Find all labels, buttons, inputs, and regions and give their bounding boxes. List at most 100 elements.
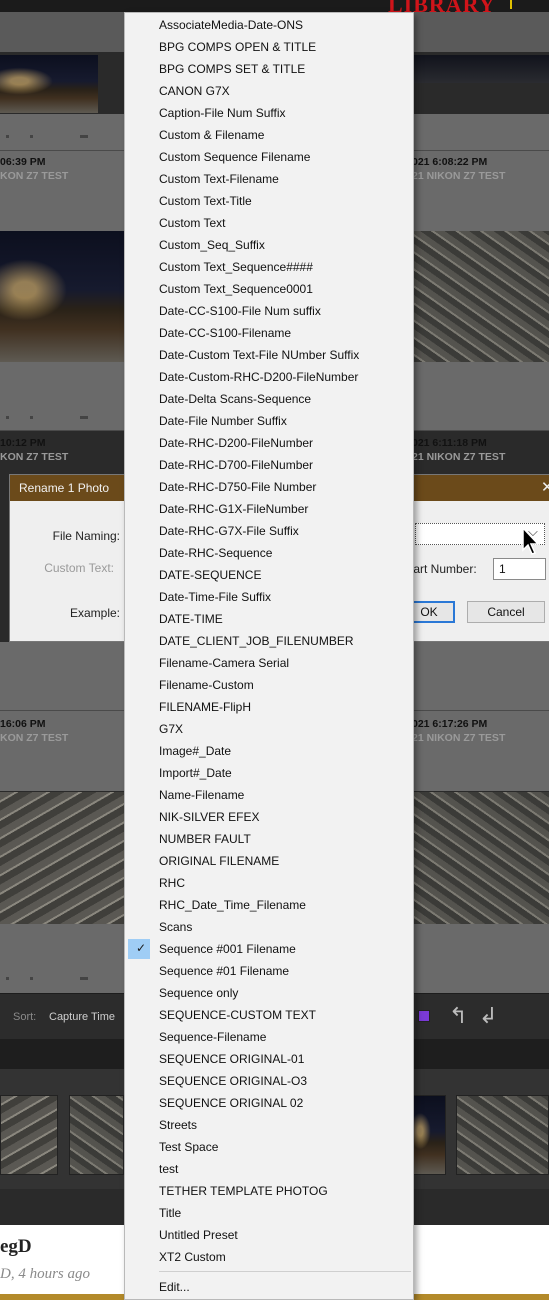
menu-item-label: Sequence #01 Filename <box>159 964 290 978</box>
menu-item[interactable]: BPG COMPS SET & TITLE <box>125 58 413 80</box>
menu-item[interactable]: Date-RHC-D200-FileNumber <box>125 432 413 454</box>
grid-photo[interactable] <box>0 231 124 362</box>
filmstrip-thumb[interactable] <box>456 1095 549 1175</box>
menu-item[interactable]: Custom Text_Sequence#### <box>125 256 413 278</box>
filmstrip-thumb[interactable] <box>0 1095 58 1175</box>
menu-item[interactable]: Import#_Date <box>125 762 413 784</box>
menu-item[interactable]: Name-Filename <box>125 784 413 806</box>
menu-item[interactable]: Sequence-Filename <box>125 1026 413 1048</box>
rotate-left-icon[interactable]: ↰ <box>449 1004 467 1029</box>
mouse-cursor-icon <box>522 527 540 555</box>
capture-time: 06:39 PM <box>0 156 46 168</box>
menu-item[interactable]: Date-RHC-D700-FileNumber <box>125 454 413 476</box>
grid-photo[interactable] <box>0 792 124 924</box>
menu-item[interactable]: Sequence #01 Filename <box>125 960 413 982</box>
menu-item[interactable]: SEQUENCE ORIGINAL 02 <box>125 1092 413 1114</box>
grid-cell-rating[interactable] <box>0 416 130 422</box>
menu-item[interactable]: Date-CC-S100-Filename <box>125 322 413 344</box>
menu-item[interactable]: XT2 Custom <box>125 1246 413 1268</box>
menu-item[interactable]: Date-Time-File Suffix <box>125 586 413 608</box>
file-naming-label: File Naming: <box>52 529 120 543</box>
menu-item-edit[interactable]: Edit... <box>125 1276 413 1298</box>
menu-item[interactable]: Caption-File Num Suffix <box>125 102 413 124</box>
menu-item[interactable]: ✓ Sequence #001 Filename <box>125 938 413 960</box>
menu-item[interactable]: SEQUENCE ORIGINAL-01 <box>125 1048 413 1070</box>
grid-photo[interactable] <box>412 231 549 362</box>
menu-item[interactable]: Date-CC-S100-File Num suffix <box>125 300 413 322</box>
menu-item[interactable]: Untitled Preset <box>125 1224 413 1246</box>
menu-item[interactable]: Custom Text <box>125 212 413 234</box>
menu-item[interactable]: NUMBER FAULT <box>125 828 413 850</box>
menu-item[interactable]: DATE_CLIENT_JOB_FILENUMBER <box>125 630 413 652</box>
menu-item-label: DATE_CLIENT_JOB_FILENUMBER <box>159 634 354 648</box>
menu-item[interactable]: Title <box>125 1202 413 1224</box>
filmstrip-thumb[interactable] <box>413 1095 446 1175</box>
menu-item[interactable]: Custom Text_Sequence0001 <box>125 278 413 300</box>
menu-item[interactable]: CANON G7X <box>125 80 413 102</box>
close-icon[interactable]: ✕ <box>541 478 549 496</box>
grid-photo[interactable] <box>412 55 549 83</box>
menu-item[interactable]: Scans <box>125 916 413 938</box>
menu-item[interactable]: DATE-SEQUENCE <box>125 564 413 586</box>
menu-item[interactable]: Date-RHC-D750-File Number <box>125 476 413 498</box>
menu-item[interactable]: Custom_Seq_Suffix <box>125 234 413 256</box>
filmstrip-thumb[interactable] <box>69 1095 124 1175</box>
dialog-title: Rename 1 Photo <box>19 481 110 495</box>
menu-item[interactable]: DATE-TIME <box>125 608 413 630</box>
sort-select[interactable]: Capture Time <box>49 1011 115 1023</box>
post-author[interactable]: egD <box>0 1236 32 1258</box>
menu-item-label: Custom Text_Sequence#### <box>159 260 313 274</box>
grid-photo[interactable] <box>0 55 98 113</box>
grid-cell-rating[interactable] <box>0 135 130 141</box>
rotate-right-icon[interactable]: ↲ <box>479 1004 497 1029</box>
menu-item[interactable]: BPG COMPS OPEN & TITLE <box>125 36 413 58</box>
menu-item-label: RHC_Date_Time_Filename <box>159 898 306 912</box>
selected-highlight: ✓ <box>128 939 150 959</box>
color-label-purple[interactable] <box>418 1010 430 1022</box>
grid-photo[interactable] <box>412 792 549 924</box>
menu-item[interactable]: AssociateMedia-Date-ONS <box>125 14 413 36</box>
menu-item-label: Untitled Preset <box>159 1228 238 1242</box>
menu-item[interactable]: RHC_Date_Time_Filename <box>125 894 413 916</box>
menu-item-label: Date-Custom Text-File NUmber Suffix <box>159 348 360 362</box>
menu-item[interactable]: Custom Sequence Filename <box>125 146 413 168</box>
menu-item-label: Date-Custom-RHC-D200-FileNumber <box>159 370 359 384</box>
menu-item[interactable]: G7X <box>125 718 413 740</box>
menu-item[interactable]: FILENAME-FlipH <box>125 696 413 718</box>
menu-item[interactable]: Date-Custom-RHC-D200-FileNumber <box>125 366 413 388</box>
menu-item[interactable]: SEQUENCE-CUSTOM TEXT <box>125 1004 413 1026</box>
grid-cell-info: 16:06 PM KON Z7 TEST <box>0 717 68 745</box>
camera-label: 21 NIKON Z7 TEST <box>412 170 506 182</box>
menu-item[interactable]: test <box>125 1158 413 1180</box>
menu-item[interactable]: SEQUENCE ORIGINAL-O3 <box>125 1070 413 1092</box>
menu-item[interactable]: Custom Text-Title <box>125 190 413 212</box>
menu-item[interactable]: Sequence only <box>125 982 413 1004</box>
menu-item-label: AssociateMedia-Date-ONS <box>159 18 304 32</box>
start-number-input[interactable]: 1 <box>493 558 546 580</box>
menu-item[interactable]: Date-RHC-Sequence <box>125 542 413 564</box>
menu-item[interactable]: Filename-Camera Serial <box>125 652 413 674</box>
menu-item[interactable]: Custom Text-Filename <box>125 168 413 190</box>
menu-item[interactable]: Date-RHC-G1X-FileNumber <box>125 498 413 520</box>
menu-item[interactable]: RHC <box>125 872 413 894</box>
menu-item[interactable]: Filename-Custom <box>125 674 413 696</box>
menu-item[interactable]: Date-RHC-G7X-File Suffix <box>125 520 413 542</box>
capture-time: 021 6:08:22 PM <box>412 156 488 168</box>
menu-item[interactable]: Date-Delta Scans-Sequence <box>125 388 413 410</box>
menu-item[interactable]: NIK-SILVER EFEX <box>125 806 413 828</box>
menu-item-label: Custom & Filename <box>159 128 265 142</box>
menu-item[interactable]: Streets <box>125 1114 413 1136</box>
menu-item-label: Name-Filename <box>159 788 245 802</box>
menu-item-label: Custom Text-Filename <box>159 172 279 186</box>
menu-item[interactable]: ORIGINAL FILENAME <box>125 850 413 872</box>
menu-item[interactable]: TETHER TEMPLATE PHOTOG <box>125 1180 413 1202</box>
menu-item[interactable]: Image#_Date <box>125 740 413 762</box>
menu-item[interactable]: Date-File Number Suffix <box>125 410 413 432</box>
menu-item-label: ORIGINAL FILENAME <box>159 854 280 868</box>
menu-item[interactable]: Date-Custom Text-File NUmber Suffix <box>125 344 413 366</box>
menu-item-label: SEQUENCE ORIGINAL 02 <box>159 1096 304 1110</box>
menu-item[interactable]: Custom & Filename <box>125 124 413 146</box>
menu-item[interactable]: Test Space <box>125 1136 413 1158</box>
grid-cell-rating[interactable] <box>0 977 130 983</box>
cancel-button[interactable]: Cancel <box>467 601 545 623</box>
